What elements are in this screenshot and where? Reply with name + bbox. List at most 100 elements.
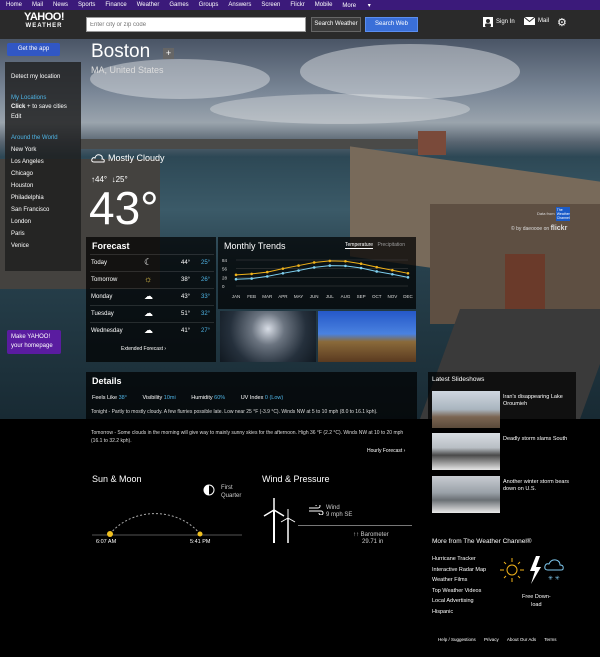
city-link-venice[interactable]: Venice: [11, 243, 29, 249]
extended-forecast-link[interactable]: Extended Forecast ›: [121, 346, 166, 352]
footer-terms-link[interactable]: Terms: [544, 637, 556, 642]
mail-link[interactable]: Mail: [524, 17, 549, 25]
chart-point: [265, 275, 269, 278]
twc-link[interactable]: Hispanic: [432, 607, 486, 618]
sunset-icon: [197, 531, 203, 537]
city-link-los-angeles[interactable]: Los Angeles: [11, 159, 44, 165]
twc-link[interactable]: Hurricane Tracker: [432, 554, 486, 565]
photo-credit-text: © by daeoooe on: [511, 226, 550, 232]
nav-weather[interactable]: Weather: [137, 2, 160, 8]
nav-sports[interactable]: Sports: [78, 2, 95, 8]
city-link-philadelphia[interactable]: Philadelphia: [11, 195, 44, 201]
detect-location-link[interactable]: Detect my location: [11, 74, 60, 80]
my-locations-heading: My Locations: [11, 95, 47, 101]
slideshow-thumbnail[interactable]: [432, 391, 500, 428]
chart-x-tick-label: AUG: [341, 294, 351, 299]
forecast-day: Today: [91, 260, 108, 266]
twc-link[interactable]: Top Weather Videos: [432, 586, 486, 597]
sunset-time: 5:41 PM: [190, 539, 211, 545]
twc-logo: The Weather Channel: [555, 207, 570, 221]
around-world-heading: Around the World: [11, 135, 58, 141]
nav-more[interactable]: More ▾: [342, 2, 380, 9]
nav-more-label: More: [342, 2, 357, 9]
search-input[interactable]: [86, 17, 306, 32]
nav-screen[interactable]: Screen: [261, 2, 280, 8]
photo-thumbnail-statehouse[interactable]: [318, 311, 416, 362]
yahoo-weather-logo[interactable]: YAHOO! WEATHER: [22, 12, 66, 31]
city-link-paris[interactable]: Paris: [11, 231, 25, 237]
nav-groups[interactable]: Groups: [199, 2, 219, 8]
search-web-button[interactable]: Search Web: [365, 17, 418, 32]
edit-locations-link[interactable]: Edit: [11, 114, 21, 120]
forecast-low: 25°: [201, 260, 211, 266]
tab-precipitation[interactable]: Precipitation: [377, 242, 405, 248]
twc-link[interactable]: Interactive Radar Map: [432, 565, 486, 576]
slideshow-link[interactable]: Deadly storm slams South: [503, 436, 573, 443]
footer-ads-link[interactable]: About Our Ads: [507, 637, 536, 642]
visibility-value: 10mi: [163, 395, 176, 401]
wind-label: Wind: [326, 505, 340, 511]
chart-point: [406, 276, 410, 279]
twc-app-icon[interactable]: ✳ ✳: [498, 553, 570, 586]
chart-point: [250, 272, 253, 276]
slideshow-link[interactable]: Another winter storm bears down on U.S.: [503, 479, 573, 493]
chart-x-tick-label: MAR: [262, 294, 273, 299]
slideshow-link[interactable]: Iran's disappearing Lake Oroumieh: [503, 394, 573, 408]
chevron-down-icon: ▾: [367, 2, 371, 9]
uv-label: UV Index: [240, 395, 264, 401]
slideshows-title: Latest Slideshows: [432, 376, 485, 383]
nav-flickr[interactable]: Flickr: [290, 2, 304, 8]
search-weather-button[interactable]: Search Weather: [311, 17, 361, 32]
chart-point: [328, 264, 332, 267]
forecast-low: 26°: [201, 277, 211, 283]
nav-games[interactable]: Games: [169, 2, 188, 8]
photo-thumbnail-night[interactable]: [220, 311, 316, 362]
sign-in-link[interactable]: Sign In: [483, 17, 515, 27]
chart-point: [234, 273, 238, 277]
tab-temperature[interactable]: Temperature: [345, 242, 374, 249]
data-source-credit[interactable]: Data from The Weather Channel: [537, 207, 570, 221]
city-link-new-york[interactable]: New York: [11, 147, 36, 153]
nav-mail[interactable]: Mail: [32, 2, 43, 8]
hourly-forecast-link[interactable]: Hourly Forecast ›: [367, 448, 405, 454]
gear-icon[interactable]: ⚙: [557, 16, 567, 29]
chart-point: [344, 264, 347, 268]
nav-news[interactable]: News: [53, 2, 68, 8]
nav-answers[interactable]: Answers: [228, 2, 251, 8]
wind-pressure-title: Wind & Pressure: [262, 474, 330, 484]
twc-title: More from The Weather Channel®: [432, 538, 532, 545]
chart-point: [250, 277, 253, 280]
footer-help-link[interactable]: Help / Suggestions: [438, 637, 476, 642]
forecast-row: Today ☾ 44° 25°: [90, 254, 214, 271]
city-link-chicago[interactable]: Chicago: [11, 171, 33, 177]
forecast-day: Monday: [91, 294, 113, 300]
data-from-label: Data from: [537, 211, 555, 217]
nav-home[interactable]: Home: [6, 2, 22, 8]
footer-privacy-link[interactable]: Privacy: [484, 637, 499, 642]
chart-y-tick-label: 56: [222, 267, 228, 272]
chart-x-tick-label: FEB: [247, 294, 256, 299]
nav-mobile[interactable]: Mobile: [315, 2, 333, 8]
forecast-high: 38°: [181, 277, 191, 283]
slideshow-thumbnail[interactable]: [432, 433, 500, 470]
chart-point: [391, 268, 394, 272]
twc-link[interactable]: Local Advertising: [432, 596, 486, 607]
forecast-high: 41°: [181, 328, 191, 334]
twc-link[interactable]: Weather Films: [432, 575, 486, 586]
city-link-london[interactable]: London: [11, 219, 31, 225]
make-homepage-button[interactable]: Make YAHOO! your homepage: [7, 330, 61, 354]
wind-readout: Wind 9 mph SE: [326, 505, 352, 519]
photo-credit[interactable]: © by daeoooe on flickr: [511, 225, 567, 232]
city-link-houston[interactable]: Houston: [11, 183, 33, 189]
barometer-label: Barometer: [360, 532, 389, 538]
add-location-icon[interactable]: +: [163, 48, 174, 59]
city-link-san-francisco[interactable]: San Francisco: [11, 207, 49, 213]
chart-x-tick-label: DEC: [403, 294, 413, 299]
get-app-button[interactable]: Get the app: [7, 43, 60, 56]
free-download-link[interactable]: Free Down- load: [522, 593, 551, 609]
barometer-value: 29.71: [362, 539, 378, 545]
nav-finance[interactable]: Finance: [105, 2, 126, 8]
chart-point: [312, 261, 316, 264]
forecast-row: Tuesday ☁ 51° 32°: [90, 305, 214, 322]
slideshow-thumbnail[interactable]: [432, 476, 500, 513]
